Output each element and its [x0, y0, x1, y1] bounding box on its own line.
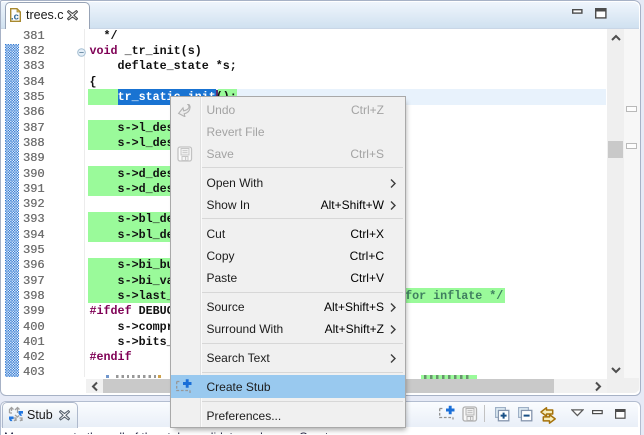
svg-text:.c: .c: [11, 11, 19, 22]
